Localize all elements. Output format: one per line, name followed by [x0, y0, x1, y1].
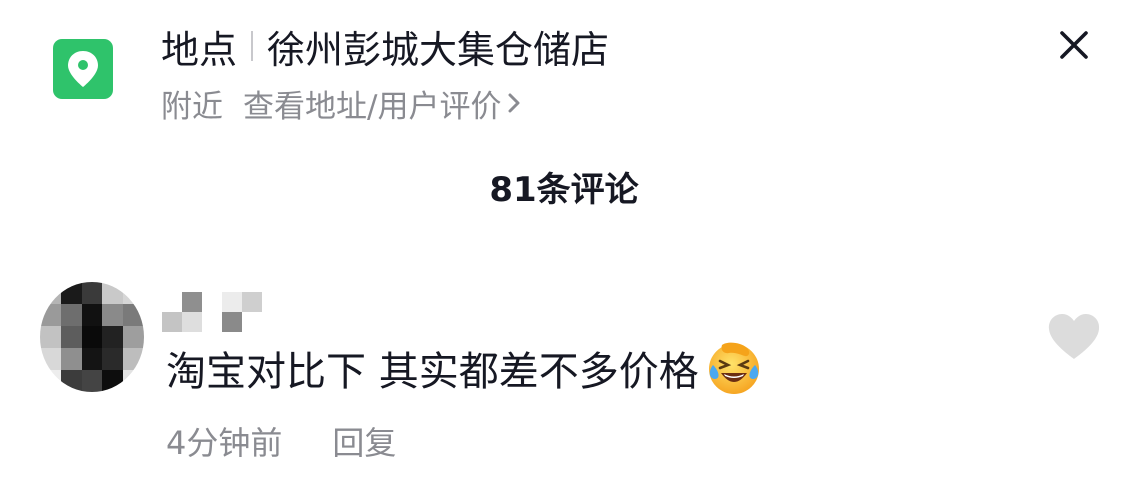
location-subheader[interactable]: 附近 查看地址/用户评价 [161, 80, 521, 126]
location-label: 地点 [161, 27, 238, 72]
header-divider [251, 31, 254, 61]
laughing-crying-emoji-icon [705, 339, 763, 397]
like-button[interactable] [1044, 309, 1104, 365]
comment-body: 淘宝对比下 其实都差不多价格 [166, 349, 699, 395]
comment-time: 4分钟前 [166, 424, 283, 462]
location-header[interactable]: 地点 徐州彭城大集仓储店 [161, 20, 609, 72]
chevron-right-icon [507, 91, 521, 115]
heart-icon [1048, 314, 1100, 359]
comment-meta: 4分钟前 回复 [166, 418, 396, 464]
store-name[interactable]: 徐州彭城大集仓储店 [267, 19, 609, 74]
view-address-reviews-link[interactable]: 查看地址/用户评价 [243, 81, 501, 126]
close-icon [1060, 31, 1088, 59]
username-pixelated[interactable] [162, 292, 262, 332]
nearby-label: 附近 [161, 88, 223, 125]
comments-count-title: 81条评论 [489, 170, 639, 210]
avatar[interactable] [40, 282, 144, 392]
close-button[interactable] [1051, 22, 1097, 68]
comment-text: 淘宝对比下 其实都差不多价格 [166, 338, 763, 398]
reply-button[interactable]: 回复 [332, 418, 396, 464]
location-pin-icon [53, 39, 113, 99]
